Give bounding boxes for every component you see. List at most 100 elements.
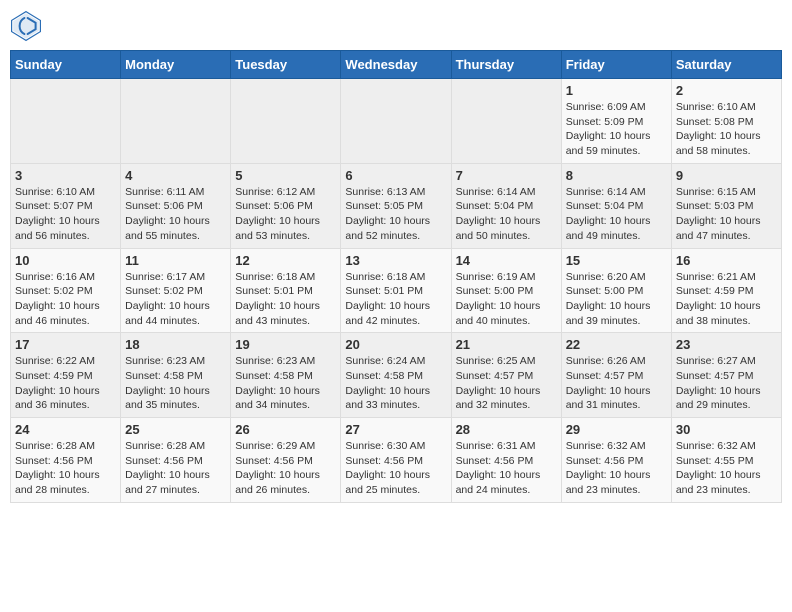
day-number: 10 (15, 253, 116, 268)
day-cell-30: 30 Sunrise: 6:32 AM Sunset: 4:55 PM Dayli… (671, 418, 781, 503)
week-row-5: 24 Sunrise: 6:28 AM Sunset: 4:56 PM Dayli… (11, 418, 782, 503)
day-number: 19 (235, 337, 336, 352)
day-info: Sunrise: 6:23 AM Sunset: 4:58 PM Dayligh… (125, 354, 226, 413)
day-info: Sunrise: 6:30 AM Sunset: 4:56 PM Dayligh… (345, 439, 446, 498)
day-number: 27 (345, 422, 446, 437)
day-of-week-tuesday: Tuesday (231, 51, 341, 79)
day-number: 2 (676, 83, 777, 98)
day-info: Sunrise: 6:09 AM Sunset: 5:09 PM Dayligh… (566, 100, 667, 159)
day-cell-13: 13 Sunrise: 6:18 AM Sunset: 5:01 PM Dayli… (341, 248, 451, 333)
day-number: 30 (676, 422, 777, 437)
day-cell-6: 6 Sunrise: 6:13 AM Sunset: 5:05 PM Daylig… (341, 163, 451, 248)
day-of-week-sunday: Sunday (11, 51, 121, 79)
day-cell-1: 1 Sunrise: 6:09 AM Sunset: 5:09 PM Daylig… (561, 79, 671, 164)
empty-cell (121, 79, 231, 164)
week-row-3: 10 Sunrise: 6:16 AM Sunset: 5:02 PM Dayli… (11, 248, 782, 333)
empty-cell (231, 79, 341, 164)
day-info: Sunrise: 6:32 AM Sunset: 4:55 PM Dayligh… (676, 439, 777, 498)
day-number: 20 (345, 337, 446, 352)
day-cell-27: 27 Sunrise: 6:30 AM Sunset: 4:56 PM Dayli… (341, 418, 451, 503)
calendar-body: 1 Sunrise: 6:09 AM Sunset: 5:09 PM Daylig… (11, 79, 782, 503)
day-info: Sunrise: 6:28 AM Sunset: 4:56 PM Dayligh… (125, 439, 226, 498)
day-info: Sunrise: 6:28 AM Sunset: 4:56 PM Dayligh… (15, 439, 116, 498)
day-of-week-wednesday: Wednesday (341, 51, 451, 79)
day-info: Sunrise: 6:10 AM Sunset: 5:07 PM Dayligh… (15, 185, 116, 244)
day-of-week-monday: Monday (121, 51, 231, 79)
day-cell-28: 28 Sunrise: 6:31 AM Sunset: 4:56 PM Dayli… (451, 418, 561, 503)
day-cell-4: 4 Sunrise: 6:11 AM Sunset: 5:06 PM Daylig… (121, 163, 231, 248)
day-cell-15: 15 Sunrise: 6:20 AM Sunset: 5:00 PM Dayli… (561, 248, 671, 333)
day-number: 14 (456, 253, 557, 268)
day-number: 25 (125, 422, 226, 437)
day-number: 15 (566, 253, 667, 268)
day-cell-29: 29Sunrise: 6:32 AM Sunset: 4:56 PM Dayli… (561, 418, 671, 503)
day-info: Sunrise: 6:31 AM Sunset: 4:56 PM Dayligh… (456, 439, 557, 498)
day-number: 18 (125, 337, 226, 352)
day-number: 26 (235, 422, 336, 437)
day-number: 13 (345, 253, 446, 268)
calendar-table: SundayMondayTuesdayWednesdayThursdayFrid… (10, 50, 782, 503)
page-header (10, 10, 782, 42)
day-info: Sunrise: 6:29 AM Sunset: 4:56 PM Dayligh… (235, 439, 336, 498)
day-number: 7 (456, 168, 557, 183)
day-cell-3: 3 Sunrise: 6:10 AM Sunset: 5:07 PM Daylig… (11, 163, 121, 248)
day-number: 24 (15, 422, 116, 437)
day-info: Sunrise: 6:13 AM Sunset: 5:05 PM Dayligh… (345, 185, 446, 244)
day-number: 28 (456, 422, 557, 437)
day-info: Sunrise: 6:27 AM Sunset: 4:57 PM Dayligh… (676, 354, 777, 413)
day-cell-18: 18 Sunrise: 6:23 AM Sunset: 4:58 PM Dayli… (121, 333, 231, 418)
day-info: Sunrise: 6:11 AM Sunset: 5:06 PM Dayligh… (125, 185, 226, 244)
day-cell-23: 23 Sunrise: 6:27 AM Sunset: 4:57 PM Dayli… (671, 333, 781, 418)
day-cell-20: 20Sunrise: 6:24 AM Sunset: 4:58 PM Dayli… (341, 333, 451, 418)
day-info: Sunrise: 6:19 AM Sunset: 5:00 PM Dayligh… (456, 270, 557, 329)
day-info: Sunrise: 6:21 AM Sunset: 4:59 PM Dayligh… (676, 270, 777, 329)
day-cell-10: 10 Sunrise: 6:16 AM Sunset: 5:02 PM Dayli… (11, 248, 121, 333)
day-of-week-saturday: Saturday (671, 51, 781, 79)
day-number: 1 (566, 83, 667, 98)
day-number: 22 (566, 337, 667, 352)
logo-icon (10, 10, 42, 42)
day-info: Sunrise: 6:18 AM Sunset: 5:01 PM Dayligh… (235, 270, 336, 329)
day-cell-25: 25 Sunrise: 6:28 AM Sunset: 4:56 PM Dayli… (121, 418, 231, 503)
day-number: 3 (15, 168, 116, 183)
day-info: Sunrise: 6:15 AM Sunset: 5:03 PM Dayligh… (676, 185, 777, 244)
day-cell-2: 2 Sunrise: 6:10 AM Sunset: 5:08 PM Daylig… (671, 79, 781, 164)
day-cell-16: 16Sunrise: 6:21 AM Sunset: 4:59 PM Dayli… (671, 248, 781, 333)
day-info: Sunrise: 6:16 AM Sunset: 5:02 PM Dayligh… (15, 270, 116, 329)
day-number: 6 (345, 168, 446, 183)
week-row-2: 3 Sunrise: 6:10 AM Sunset: 5:07 PM Daylig… (11, 163, 782, 248)
day-info: Sunrise: 6:23 AM Sunset: 4:58 PM Dayligh… (235, 354, 336, 413)
day-cell-8: 8 Sunrise: 6:14 AM Sunset: 5:04 PM Daylig… (561, 163, 671, 248)
day-cell-7: 7 Sunrise: 6:14 AM Sunset: 5:04 PM Daylig… (451, 163, 561, 248)
week-row-1: 1 Sunrise: 6:09 AM Sunset: 5:09 PM Daylig… (11, 79, 782, 164)
week-row-4: 17 Sunrise: 6:22 AM Sunset: 4:59 PM Dayli… (11, 333, 782, 418)
day-cell-12: 12Sunrise: 6:18 AM Sunset: 5:01 PM Dayli… (231, 248, 341, 333)
logo (10, 10, 46, 42)
day-info: Sunrise: 6:14 AM Sunset: 5:04 PM Dayligh… (456, 185, 557, 244)
day-info: Sunrise: 6:32 AM Sunset: 4:56 PM Dayligh… (566, 439, 667, 498)
empty-cell (451, 79, 561, 164)
day-info: Sunrise: 6:20 AM Sunset: 5:00 PM Dayligh… (566, 270, 667, 329)
day-info: Sunrise: 6:10 AM Sunset: 5:08 PM Dayligh… (676, 100, 777, 159)
day-number: 8 (566, 168, 667, 183)
day-info: Sunrise: 6:22 AM Sunset: 4:59 PM Dayligh… (15, 354, 116, 413)
empty-cell (341, 79, 451, 164)
day-cell-5: 5Sunrise: 6:12 AM Sunset: 5:06 PM Daylig… (231, 163, 341, 248)
day-number: 23 (676, 337, 777, 352)
day-info: Sunrise: 6:18 AM Sunset: 5:01 PM Dayligh… (345, 270, 446, 329)
day-number: 9 (676, 168, 777, 183)
empty-cell (11, 79, 121, 164)
day-info: Sunrise: 6:17 AM Sunset: 5:02 PM Dayligh… (125, 270, 226, 329)
day-cell-24: 24 Sunrise: 6:28 AM Sunset: 4:56 PM Dayli… (11, 418, 121, 503)
day-number: 17 (15, 337, 116, 352)
day-info: Sunrise: 6:26 AM Sunset: 4:57 PM Dayligh… (566, 354, 667, 413)
day-number: 11 (125, 253, 226, 268)
day-number: 4 (125, 168, 226, 183)
day-cell-26: 26 Sunrise: 6:29 AM Sunset: 4:56 PM Dayli… (231, 418, 341, 503)
day-info: Sunrise: 6:14 AM Sunset: 5:04 PM Dayligh… (566, 185, 667, 244)
day-number: 21 (456, 337, 557, 352)
calendar-header: SundayMondayTuesdayWednesdayThursdayFrid… (11, 51, 782, 79)
day-cell-17: 17 Sunrise: 6:22 AM Sunset: 4:59 PM Dayli… (11, 333, 121, 418)
day-of-week-friday: Friday (561, 51, 671, 79)
day-cell-11: 11 Sunrise: 6:17 AM Sunset: 5:02 PM Dayli… (121, 248, 231, 333)
